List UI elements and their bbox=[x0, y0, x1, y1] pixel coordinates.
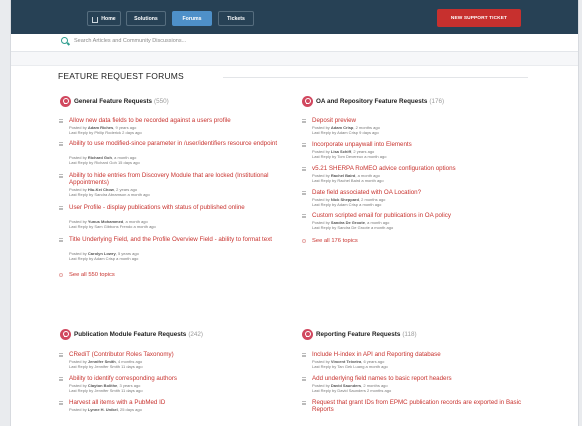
topic-icon bbox=[302, 191, 306, 195]
topic-reply-meta: Last Reply by Jennifer Smith 11 days ago bbox=[69, 388, 143, 393]
category-oa-header[interactable]: OA and Repository Feature Requests (176) bbox=[302, 96, 444, 107]
topic-icon bbox=[302, 214, 306, 218]
topic-icon bbox=[59, 119, 63, 123]
topic-item[interactable]: Add underlying field names to basic repo… bbox=[302, 375, 532, 397]
topic-title[interactable]: Include H-index in API and Reporting dat… bbox=[312, 351, 532, 358]
topic-posted-meta: Posted by Lynne H. Unikel, 25 days ago bbox=[69, 407, 142, 412]
topic-item[interactable]: Include H-index in API and Reporting dat… bbox=[302, 351, 532, 373]
topic-reply-meta: Last Reply by Rachel Baird a month ago bbox=[312, 178, 384, 183]
nav-forums-label: Forums bbox=[182, 15, 202, 22]
topic-item[interactable]: Ability to hide entries from Discovery M… bbox=[59, 172, 289, 204]
topic-title[interactable]: Incorporate unpaywall into Elements bbox=[312, 141, 522, 148]
topic-title[interactable]: Custom scripted email for publications i… bbox=[312, 212, 532, 219]
nav-home-button[interactable]: Home bbox=[87, 11, 121, 26]
topic-icon bbox=[59, 238, 63, 242]
topic-icon bbox=[59, 174, 63, 178]
topic-title[interactable]: Harvest all items with a PubMed ID bbox=[69, 399, 279, 406]
topic-reply-meta: Last Reply by Jennifer Smith 11 days ago bbox=[69, 364, 143, 369]
page: Home Solutions Forums Tickets NEW SUPPOR… bbox=[10, 0, 579, 426]
topic-icon bbox=[59, 401, 63, 405]
category-name: Publication Module Feature Requests bbox=[74, 331, 187, 338]
topic-icon bbox=[59, 206, 63, 210]
topic-title[interactable]: CRediT (Contributor Roles Taxonomy) bbox=[69, 351, 279, 358]
topic-item[interactable]: Ability to identify corresponding author… bbox=[59, 375, 289, 397]
topic-item[interactable]: CRediT (Contributor Roles Taxonomy) Post… bbox=[59, 351, 289, 373]
topic-reply-meta: Last Reply by Philip Roderick 2 days ago bbox=[69, 130, 142, 135]
lightbulb-icon bbox=[302, 329, 313, 340]
topic-title[interactable]: Date field associated with OA Location? bbox=[312, 189, 522, 196]
nav-forums-button[interactable]: Forums bbox=[172, 11, 212, 26]
see-all-icon bbox=[59, 273, 63, 277]
title-divider bbox=[223, 77, 528, 78]
topic-item[interactable]: Harvest all items with a PubMed ID Poste… bbox=[59, 399, 289, 421]
category-general-header[interactable]: General Feature Requests (550) bbox=[60, 96, 169, 107]
category-name: General Feature Requests bbox=[74, 98, 153, 105]
topic-icon bbox=[59, 353, 63, 357]
topic-reply-meta: Last Reply by Adam Crisp 9 days ago bbox=[312, 130, 379, 135]
topic-icon bbox=[59, 377, 63, 381]
gray-band bbox=[11, 52, 578, 66]
see-all-icon bbox=[302, 239, 306, 243]
topic-title[interactable]: Title Underlying Field, and the Profile … bbox=[69, 236, 284, 243]
topic-title[interactable]: Ability to use modified-since parameter … bbox=[69, 140, 279, 147]
topic-reply-meta: Last Reply by David Saunders 2 months ag… bbox=[312, 388, 392, 393]
topic-title[interactable]: Allow new data fields to be recorded aga… bbox=[69, 117, 279, 124]
category-name: Reporting Feature Requests bbox=[316, 331, 401, 338]
topic-item[interactable]: Date field associated with OA Location? … bbox=[302, 189, 532, 211]
topic-reply-meta: Last Reply by Sandra De Groote a month a… bbox=[312, 225, 394, 230]
search-input[interactable] bbox=[74, 38, 374, 44]
topic-reply-meta: Last Reply by Richard Goh 15 days ago bbox=[69, 160, 140, 165]
nav-solutions-button[interactable]: Solutions bbox=[126, 11, 166, 26]
topic-item[interactable]: Ability to use modified-since parameter … bbox=[59, 140, 289, 172]
topic-item[interactable]: User Profile - display publications with… bbox=[59, 204, 289, 236]
topic-reply-meta: Last Reply by Adam Crisp a month ago bbox=[69, 256, 139, 261]
category-count: (242) bbox=[188, 331, 204, 338]
nav-solutions-label: Solutions bbox=[134, 15, 158, 22]
lightbulb-icon bbox=[60, 329, 71, 340]
topic-reply-meta: Last Reply by Sam Gibbons Frendo a month… bbox=[69, 224, 156, 229]
nav-tickets-button[interactable]: Tickets bbox=[218, 11, 254, 26]
topic-reply-meta: Last Reply by Sandra Abramson a month ag… bbox=[69, 192, 150, 197]
topic-reply-meta: Last Reply by Tan Gek Luang a month ago bbox=[312, 364, 388, 369]
search-bar bbox=[11, 34, 578, 52]
topic-icon bbox=[302, 167, 306, 171]
category-count: (550) bbox=[154, 98, 169, 105]
topic-icon bbox=[302, 143, 306, 147]
topic-title[interactable]: Ability to hide entries from Discovery M… bbox=[69, 172, 279, 186]
topic-icon bbox=[302, 353, 306, 357]
lightbulb-icon bbox=[60, 96, 71, 107]
topic-title[interactable]: Request that grant IDs from EPMC publica… bbox=[312, 399, 527, 413]
topic-icon bbox=[302, 119, 306, 123]
search-icon bbox=[61, 37, 68, 44]
topic-reply-meta: Last Reply by Tom Devereux a month ago bbox=[312, 154, 387, 159]
topic-title[interactable]: v5.21 SHERPA RoMEO advice configuration … bbox=[312, 165, 532, 172]
topic-item[interactable]: Deposit preview Posted by Adam Crisp, 2 … bbox=[302, 117, 532, 139]
topic-title[interactable]: Deposit preview bbox=[312, 117, 522, 124]
topic-item[interactable]: Incorporate unpaywall into Elements Post… bbox=[302, 141, 532, 163]
topic-reply-meta: Last Reply by Adam Crisp a month ago bbox=[312, 202, 382, 207]
home-icon bbox=[92, 16, 99, 23]
topic-item[interactable]: Title Underlying Field, and the Profile … bbox=[59, 236, 289, 268]
top-nav: Home Solutions Forums Tickets NEW SUPPOR… bbox=[11, 0, 578, 34]
topic-title[interactable]: Add underlying field names to basic repo… bbox=[312, 375, 532, 382]
page-title: FEATURE REQUEST FORUMS bbox=[58, 71, 184, 81]
category-count: (176) bbox=[429, 98, 445, 105]
topic-title[interactable]: User Profile - display publications with… bbox=[69, 204, 279, 211]
category-count: (118) bbox=[402, 331, 417, 338]
topic-item[interactable]: Request that grant IDs from EPMC publica… bbox=[302, 399, 532, 421]
lightbulb-icon bbox=[302, 96, 313, 107]
category-reporting-header[interactable]: Reporting Feature Requests (118) bbox=[302, 329, 417, 340]
topic-title[interactable]: Ability to identify corresponding author… bbox=[69, 375, 279, 382]
nav-tickets-label: Tickets bbox=[227, 15, 245, 22]
topic-icon bbox=[59, 142, 63, 146]
category-name: OA and Repository Feature Requests bbox=[316, 98, 428, 105]
topic-icon bbox=[302, 377, 306, 381]
nav-home-label: Home bbox=[101, 15, 116, 22]
topic-icon bbox=[302, 401, 306, 405]
topic-item[interactable]: Custom scripted email for publications i… bbox=[302, 212, 532, 234]
category-publication-header[interactable]: Publication Module Feature Requests (242… bbox=[60, 329, 203, 340]
new-support-ticket-button[interactable]: NEW SUPPORT TICKET bbox=[437, 9, 521, 27]
topic-item[interactable]: v5.21 SHERPA RoMEO advice configuration … bbox=[302, 165, 532, 187]
